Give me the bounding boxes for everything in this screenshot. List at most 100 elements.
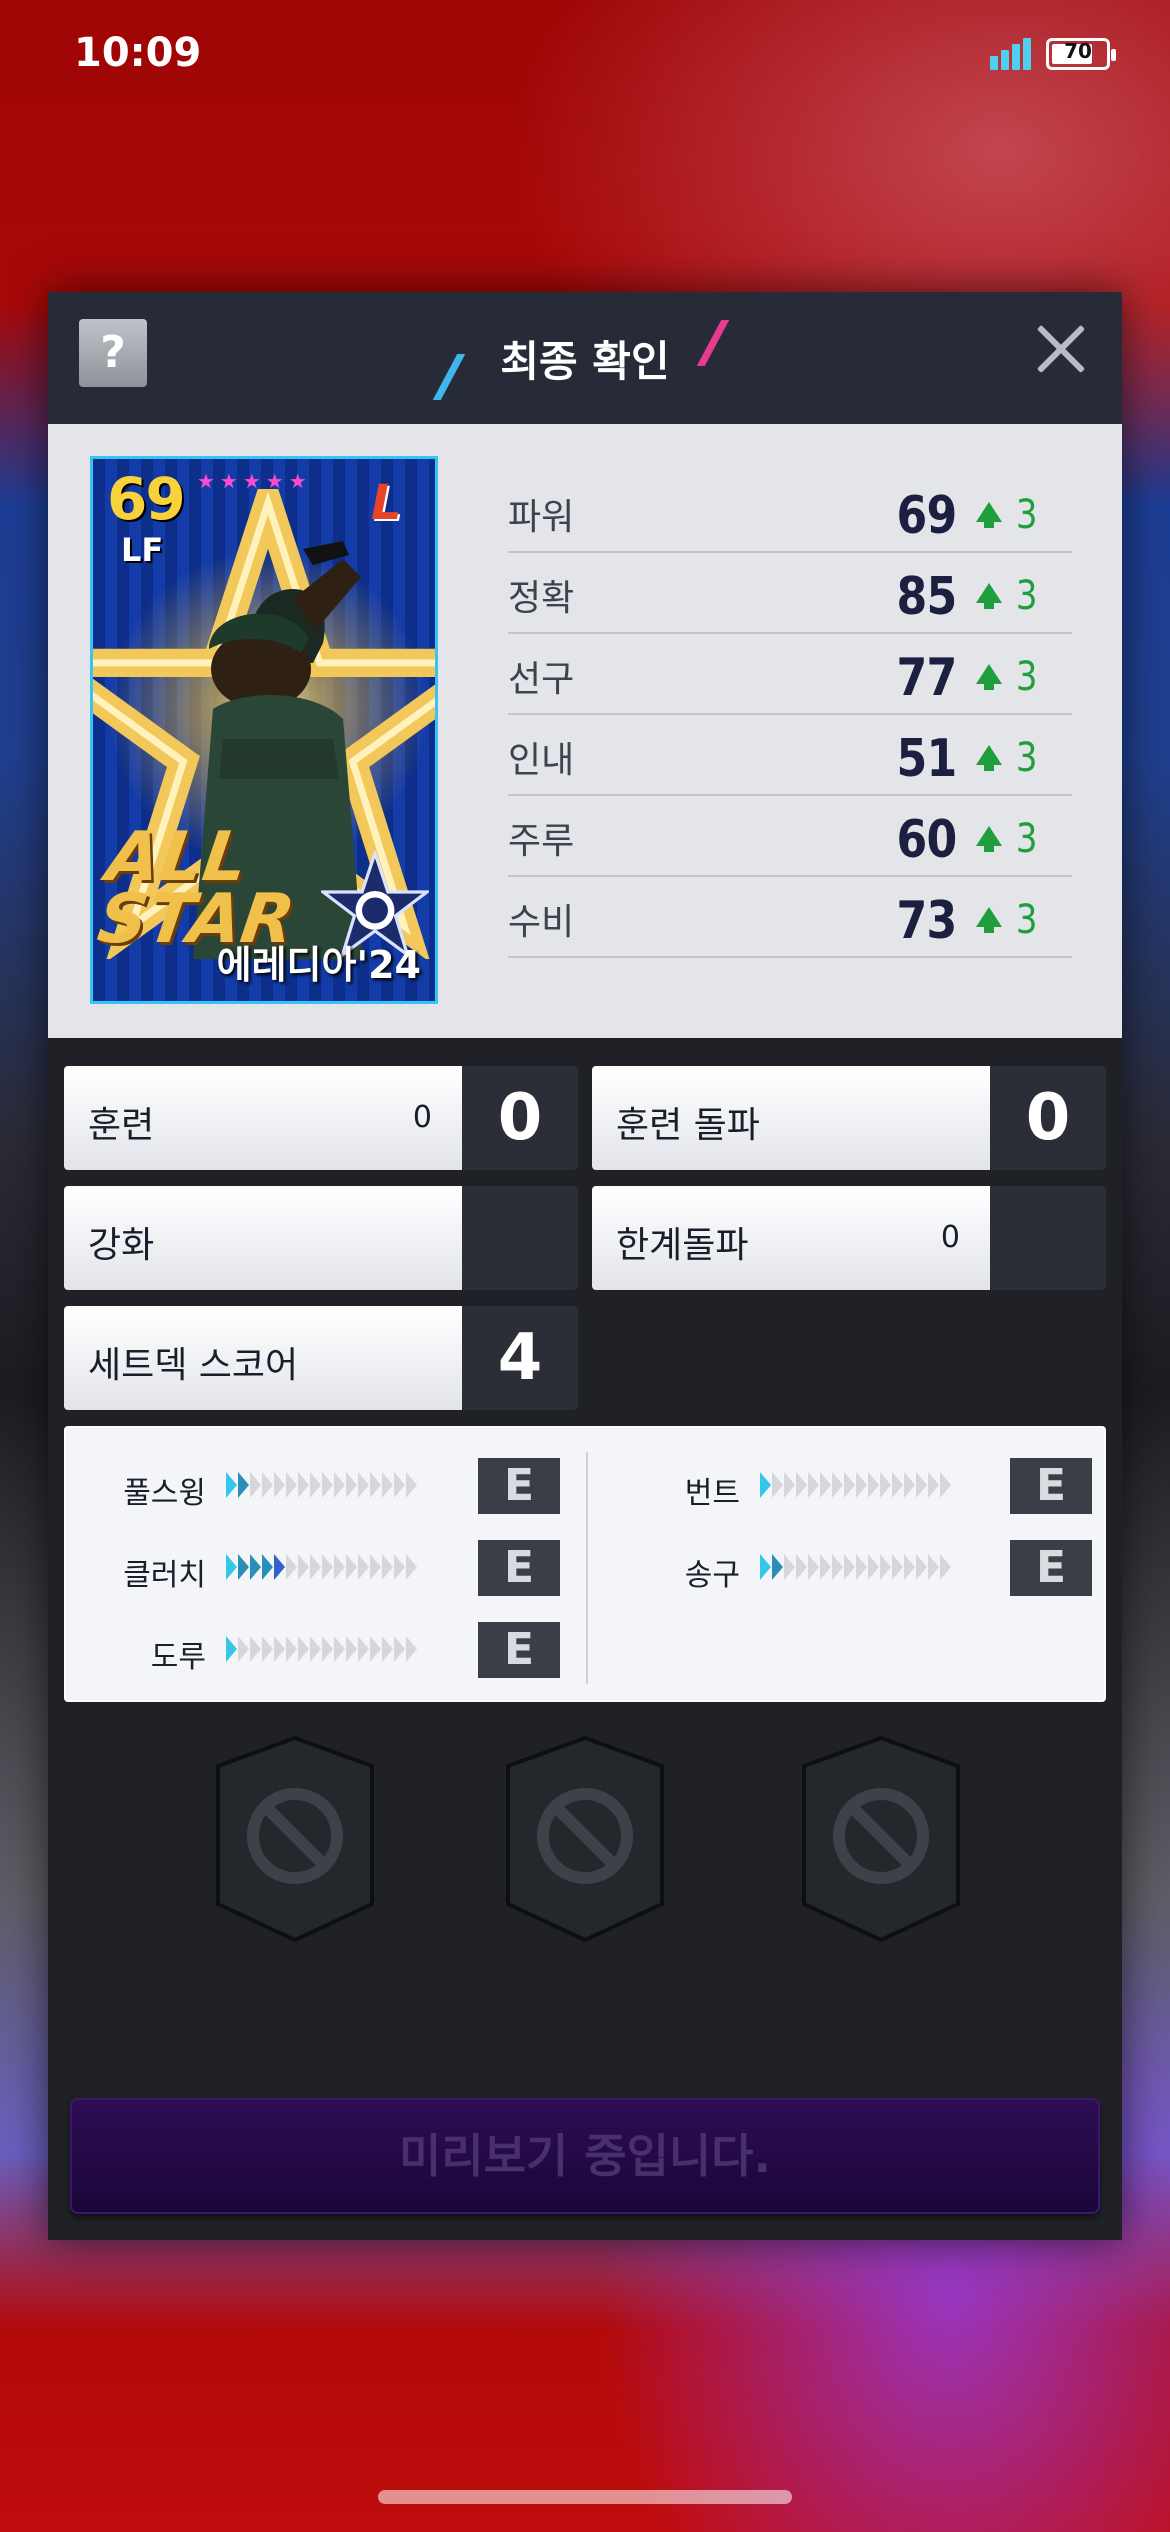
skill-level-chevron [286, 1554, 297, 1580]
stat-row: 선구 77 3 [508, 634, 1072, 715]
skill-level-chevron [940, 1554, 951, 1580]
dialog-header: ? 최종 확인 [48, 292, 1122, 424]
skill-level-chevron [940, 1472, 951, 1498]
skill-row[interactable]: 클러치 E [66, 1540, 586, 1596]
empty-slot-3[interactable] [796, 1734, 966, 1944]
skill-level-chevron [250, 1472, 261, 1498]
skill-level-chevron [406, 1636, 417, 1662]
grade-stars: ★★★★★ [197, 469, 312, 493]
stat-label: 주루 [508, 821, 575, 862]
skill-level-bar [760, 1552, 951, 1582]
skill-level-bar [760, 1470, 951, 1500]
skill-level-chevron [238, 1636, 249, 1662]
stat-value: 51 [896, 729, 957, 789]
skill-level-chevron [358, 1554, 369, 1580]
stat-row: 파워 69 3 [508, 472, 1072, 553]
enhance-label: 강화 [88, 1225, 155, 1266]
skill-level-chevron [346, 1554, 357, 1580]
skill-level-chevron [760, 1472, 771, 1498]
stat-value: 73 [896, 891, 957, 951]
set-deck-score-label: 세트덱 스코어 [88, 1345, 299, 1386]
arrow-up-icon [976, 745, 1002, 771]
skill-level-chevron [262, 1554, 273, 1580]
stat-label: 인내 [508, 740, 575, 781]
skill-level-chevron [358, 1636, 369, 1662]
arrow-up-icon [976, 664, 1002, 690]
final-confirm-dialog: ? 최종 확인 69 LF ★★★★★ L ALL STAR 에레디아'24 파… [48, 292, 1122, 2240]
skill-row[interactable]: 송구 E [600, 1540, 1108, 1596]
skill-level-chevron [250, 1636, 261, 1662]
skill-row[interactable]: 풀스윙 E [66, 1458, 586, 1514]
skill-name: 송구 [684, 1558, 740, 1593]
status-bar: 10:09 70 [0, 0, 1170, 110]
training-count: 0 [412, 1100, 432, 1135]
skill-level-chevron [904, 1554, 915, 1580]
skill-level-chevron [382, 1472, 393, 1498]
skill-grade: E [478, 1540, 560, 1596]
stat-label: 선구 [508, 659, 575, 700]
stat-list: 파워 69 3 정확 85 3 선구 77 3 인내 51 3 주루 60 3 … [508, 472, 1072, 958]
skill-level-chevron [760, 1554, 771, 1580]
training-breakthrough-field[interactable]: 훈련 돌파 0 [592, 1066, 1106, 1170]
close-icon[interactable] [1026, 314, 1096, 384]
training-breakthrough-label: 훈련 돌파 [616, 1105, 760, 1146]
skill-level-chevron [238, 1472, 249, 1498]
skill-level-chevron [322, 1472, 333, 1498]
skill-level-chevron [226, 1636, 237, 1662]
empty-slot-2[interactable] [500, 1734, 670, 1944]
skill-row[interactable]: 도루 E [66, 1622, 586, 1678]
skill-level-chevron [226, 1472, 237, 1498]
limit-break-label: 한계돌파 [616, 1225, 749, 1266]
stat-increase: 3 [1015, 573, 1038, 619]
team-logo: L [371, 475, 402, 531]
skill-level-chevron [370, 1554, 381, 1580]
limit-break-field[interactable]: 한계돌파 0 [592, 1186, 1106, 1290]
skill-level-chevron [820, 1554, 831, 1580]
training-value: 0 [462, 1066, 578, 1170]
training-field[interactable]: 훈련 0 0 [64, 1066, 578, 1170]
player-name: 에레디아'24 [216, 943, 421, 987]
skill-level-chevron [904, 1472, 915, 1498]
skill-level-chevron [334, 1554, 345, 1580]
battery-icon: 70 [1046, 38, 1116, 70]
skill-grade: E [1010, 1458, 1092, 1514]
skill-level-chevron [772, 1472, 783, 1498]
player-info-panel: 69 LF ★★★★★ L ALL STAR 에레디아'24 파워 69 3 정… [48, 424, 1122, 1038]
skill-level-chevron [262, 1636, 273, 1662]
arrow-up-icon [976, 583, 1002, 609]
skill-level-chevron [322, 1554, 333, 1580]
skill-grade: E [478, 1622, 560, 1678]
skill-level-chevron [856, 1472, 867, 1498]
skill-level-chevron [808, 1472, 819, 1498]
stat-value: 85 [896, 567, 957, 627]
skill-level-chevron [406, 1472, 417, 1498]
training-label: 훈련 [88, 1105, 155, 1146]
stat-row: 수비 73 3 [508, 877, 1072, 958]
skill-name: 풀스윙 [123, 1476, 206, 1511]
signal-icon [990, 38, 1034, 70]
empty-slot-1[interactable] [210, 1734, 380, 1944]
enhance-field[interactable]: 강화 [64, 1186, 578, 1290]
stat-increase: 3 [1015, 897, 1038, 943]
skill-level-chevron [868, 1472, 879, 1498]
skill-level-chevron [346, 1472, 357, 1498]
player-card[interactable]: 69 LF ★★★★★ L ALL STAR 에레디아'24 [90, 456, 438, 1004]
stat-value: 69 [896, 486, 957, 546]
skill-level-chevron [250, 1554, 261, 1580]
skill-level-chevron [286, 1636, 297, 1662]
skill-level-chevron [892, 1472, 903, 1498]
set-deck-score-value: 4 [462, 1306, 578, 1410]
skill-level-chevron [880, 1472, 891, 1498]
stat-label: 수비 [508, 902, 575, 943]
skill-level-chevron [832, 1554, 843, 1580]
stat-increase: 3 [1015, 654, 1038, 700]
skill-row[interactable]: 번트 E [600, 1458, 1108, 1514]
skill-grade: E [478, 1458, 560, 1514]
stat-row: 정확 85 3 [508, 553, 1072, 634]
skill-level-chevron [844, 1554, 855, 1580]
skill-level-chevron [928, 1554, 939, 1580]
home-indicator[interactable] [378, 2490, 792, 2504]
skill-level-chevron [892, 1554, 903, 1580]
skill-level-chevron [856, 1554, 867, 1580]
preview-confirm-button[interactable]: 미리보기 중입니다. [70, 2098, 1100, 2214]
